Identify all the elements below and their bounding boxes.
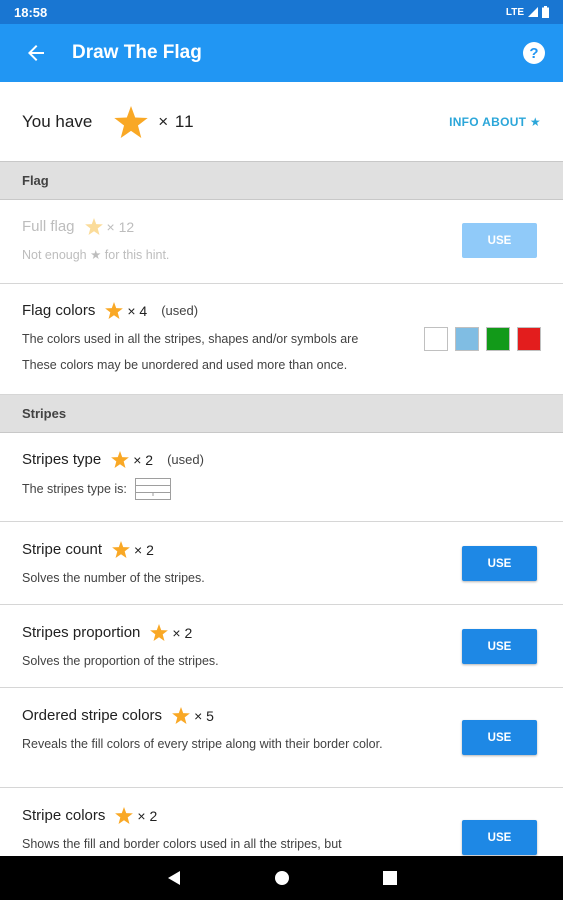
hint-description: The colors used in all the stripes, shap…	[22, 331, 359, 346]
hint-cost: × 5	[194, 707, 214, 724]
use-button-ordered-stripe-colors[interactable]: USE	[462, 720, 537, 755]
app-bar: Draw The Flag ?	[0, 24, 563, 82]
hint-cost: × 2	[133, 451, 154, 468]
star-icon	[84, 218, 103, 235]
use-button-stripe-colors[interactable]: USE	[462, 820, 537, 855]
use-button-full-flag[interactable]: USE	[462, 223, 537, 258]
hint-title-row: Stripes type × 2 (used)	[22, 433, 541, 468]
hint-cost: × 2	[137, 807, 158, 824]
star-balance: You have × 11 INFO ABOUT ★	[0, 82, 563, 162]
hint-title-row: Ordered stripe colors × 5	[22, 688, 541, 724]
arrow-back-icon	[28, 45, 44, 61]
hint-stripe-colors: Stripe colors × 2 Shows the fill and bor…	[0, 788, 563, 856]
hint-description: Reveals the fill colors of every stripe …	[22, 737, 383, 751]
star-icon	[105, 302, 124, 319]
colors-row: The colors used in all the stripes, shap…	[22, 327, 541, 351]
status-bar: 18:58 LTE	[0, 0, 563, 24]
star-icon	[172, 707, 190, 724]
signal-icon	[528, 7, 538, 17]
hint-name: Stripe count	[22, 541, 103, 558]
star-icon	[114, 105, 148, 138]
nav-recents-icon[interactable]	[382, 871, 397, 885]
network-label: LTE	[505, 6, 524, 18]
use-button-stripe-count[interactable]: USE	[462, 546, 537, 581]
hint-name: Full flag	[22, 218, 75, 235]
status-time: 18:58	[14, 4, 48, 20]
hint-stripes-type: Stripes type × 2 (used) The stripes type…	[0, 433, 563, 522]
hint-name: Flag colors	[22, 302, 96, 319]
nav-home-icon[interactable]	[274, 870, 290, 886]
back-button[interactable]	[18, 35, 54, 71]
hint-name: Stripes type	[22, 451, 102, 468]
hint-cost: × 4	[127, 302, 148, 319]
balance-label: You have	[22, 111, 93, 131]
hint-description: The stripes type is:	[22, 481, 127, 496]
section-header-stripes: Stripes	[0, 395, 563, 433]
hint-cost: × 12	[106, 218, 135, 235]
star-icon	[112, 541, 130, 558]
help-icon[interactable]: ?	[523, 42, 545, 64]
hint-used-badge: (used)	[167, 452, 204, 467]
hint-title-row: Stripe colors × 2	[22, 788, 541, 824]
hint-cost: × 2	[134, 541, 154, 558]
hint-name: Stripe colors	[22, 807, 106, 824]
stripes-type-row: The stripes type is:	[22, 478, 541, 500]
color-swatch-green	[486, 327, 510, 351]
use-button-stripes-proportion[interactable]: USE	[462, 629, 537, 664]
hint-stripe-count: Stripe count × 2 Solves the number of th…	[0, 522, 563, 605]
color-swatch-light-blue	[455, 327, 479, 351]
hint-note: These colors may be unordered and used m…	[22, 358, 348, 372]
color-swatch-white	[424, 327, 448, 351]
nav-back-icon[interactable]	[166, 870, 182, 886]
star-icon	[111, 451, 130, 468]
star-icon	[150, 624, 169, 641]
star-icon	[115, 807, 134, 824]
hint-ordered-stripe-colors: Ordered stripe colors × 5 Reveals the fi…	[0, 688, 563, 788]
hint-flag-colors: Flag colors × 4 (used) The colors used i…	[0, 284, 563, 395]
balance-count: × 11	[158, 111, 195, 131]
hint-used-badge: (used)	[161, 303, 199, 318]
horizontal-stripes-icon	[134, 478, 171, 500]
color-swatches	[424, 327, 541, 351]
color-swatch-red	[517, 327, 541, 351]
section-header-flag: Flag	[0, 162, 563, 200]
hint-cost: × 2	[172, 624, 193, 641]
battery-icon	[542, 6, 549, 18]
hint-list[interactable]: You have × 11 INFO ABOUT ★ Flag Full fla…	[0, 82, 563, 856]
page-title: Draw The Flag	[72, 42, 202, 63]
hint-full-flag: Full flag × 12 Not enough ★ for this hin…	[0, 200, 563, 284]
hint-name: Ordered stripe colors	[22, 707, 163, 724]
navigation-bar	[0, 856, 563, 900]
hint-stripes-proportion: Stripes proportion × 2 Solves the propor…	[0, 605, 563, 688]
status-icons: LTE	[506, 6, 549, 18]
hint-description: Shows the fill and border colors used in…	[22, 837, 342, 851]
info-about-stars-link[interactable]: INFO ABOUT ★	[449, 115, 541, 129]
hint-title-row: Flag colors × 4 (used)	[22, 284, 541, 319]
hint-name: Stripes proportion	[22, 624, 141, 641]
